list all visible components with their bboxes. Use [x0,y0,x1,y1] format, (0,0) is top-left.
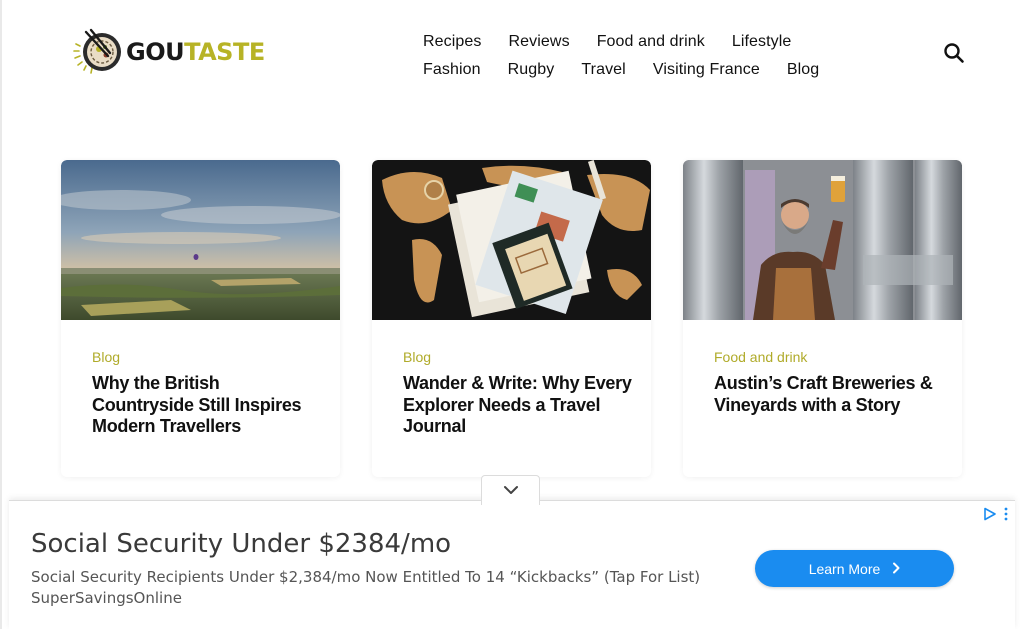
card-title[interactable]: Austin’s Craft Breweries & Vineyards wit… [714,373,944,416]
adchoices-icon[interactable] [983,507,997,521]
card-title[interactable]: Why the British Countryside Still Inspir… [92,373,322,438]
ad-banner[interactable]: Social Security Under $2384/mo Social Se… [9,500,1015,629]
nav-item-recipes[interactable]: Recipes [423,33,482,51]
ad-collapse-button[interactable] [481,475,540,505]
ad-source[interactable]: SuperSavingsOnline [31,589,182,607]
chevron-down-icon [503,482,519,500]
article-card[interactable]: Blog Wander & Write: Why Every Explorer … [372,160,651,477]
nav-item-blog[interactable]: Blog [787,61,819,79]
main-nav: Recipes Reviews Food and drink Lifestyle… [423,28,843,84]
card-category[interactable]: Blog [92,349,120,365]
article-card[interactable]: Blog Why the British Countryside Still I… [61,160,340,477]
nav-item-visiting-france[interactable]: Visiting France [653,61,760,79]
nav-item-reviews[interactable]: Reviews [509,33,570,51]
nav-item-lifestyle[interactable]: Lifestyle [732,33,792,51]
nav-item-travel[interactable]: Travel [581,61,625,79]
countryside-balloon-photo[interactable] [61,160,340,320]
learn-more-label: Learn More [808,560,881,577]
logo-prefix: GOU [126,38,185,66]
logo-bowl-icon [72,26,124,78]
world-map-journal-photo[interactable] [372,160,651,320]
article-card[interactable]: Food and drink Austin’s Craft Breweries … [683,160,962,477]
search-icon[interactable] [942,41,966,65]
page-edge-rule [0,0,2,629]
nav-item-fashion[interactable]: Fashion [423,61,481,79]
site-logo[interactable]: GOUTASTE [72,26,265,78]
more-vertical-icon[interactable] [1003,507,1009,521]
nav-row-2: Fashion Rugby Travel Visiting France Blo… [423,56,843,84]
card-title[interactable]: Wander & Write: Why Every Explorer Needs… [403,373,633,438]
logo-suffix: TASTE [184,38,265,66]
logo-wordmark: GOUTASTE [126,38,265,66]
nav-item-food-and-drink[interactable]: Food and drink [597,33,705,51]
ad-headline[interactable]: Social Security Under $2384/mo [31,529,451,559]
ad-description[interactable]: Social Security Recipients Under $2,384/… [31,568,700,586]
brewer-with-beer-photo[interactable] [683,160,962,320]
nav-item-rugby[interactable]: Rugby [508,61,555,79]
chevron-right-icon [892,561,900,577]
card-category[interactable]: Food and drink [714,349,807,365]
learn-more-button[interactable]: Learn More [755,550,954,587]
nav-row-1: Recipes Reviews Food and drink Lifestyle [423,28,843,56]
card-category[interactable]: Blog [403,349,431,365]
